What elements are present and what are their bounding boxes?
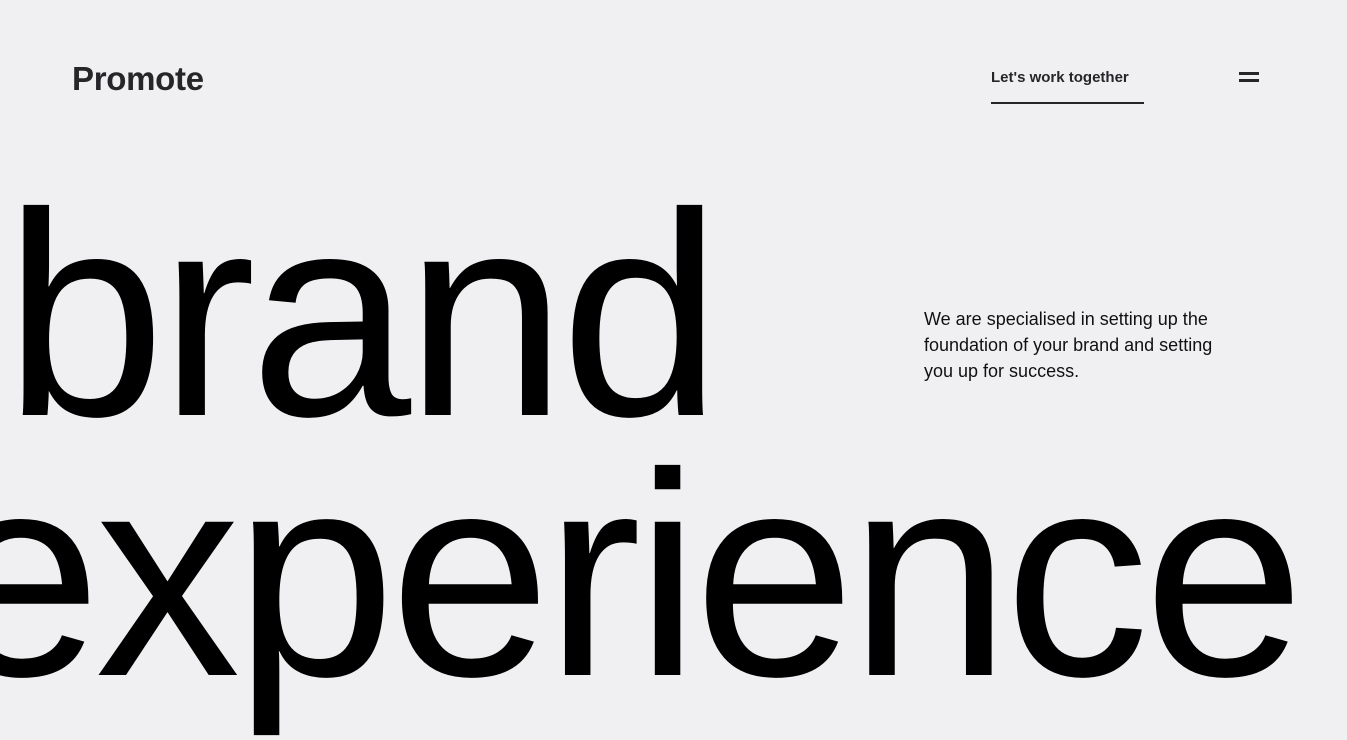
work-together-link[interactable]: Let's work together — [991, 66, 1144, 104]
menu-line-top — [1239, 72, 1259, 75]
hero-word-experience: experience — [0, 413, 1305, 737]
logo[interactable]: Promote — [72, 57, 204, 101]
hamburger-menu-icon[interactable] — [1237, 70, 1261, 86]
menu-line-bottom — [1239, 79, 1259, 82]
hero-tagline: We are specialised in setting up the fou… — [924, 309, 1213, 381]
